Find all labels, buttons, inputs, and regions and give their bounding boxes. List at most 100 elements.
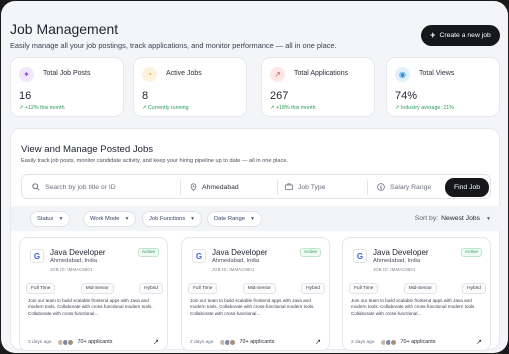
posted-time: 2 days ago <box>190 339 214 345</box>
tag-work-mode: Hybrid <box>301 283 325 294</box>
avatar <box>67 338 75 346</box>
chevron-down-icon: ▼ <box>486 215 491 222</box>
job-description: Join our team to build scalable frontend… <box>190 298 315 316</box>
stat-card-total-views: ◉ Total Views 74% ↗ Industry average: 21… <box>386 57 500 117</box>
job-title: Java Developer <box>212 248 268 257</box>
job-title: Java Developer <box>50 248 106 257</box>
status-badge: Active <box>137 248 159 257</box>
filter-label: Date Range <box>214 216 245 222</box>
stat-trend: ↗ Industry average: 21% <box>395 105 454 111</box>
location-field[interactable]: Ahmedabad <box>190 175 270 200</box>
stat-card-total-job-posts: ✦ Total Job Posts 16 ↗ +12% this month <box>10 57 124 117</box>
job-card[interactable]: G Java Developer Ahmedabad, India JOB ID… <box>181 237 330 351</box>
tag-work-mode: Hybrid <box>139 283 163 294</box>
open-arrow-icon[interactable]: ↗ <box>315 338 321 346</box>
sort-value: Newest Jobs <box>441 215 481 222</box>
sort-dropdown[interactable]: Sort by: Newest Jobs ▼ <box>415 215 491 222</box>
stat-value: 16 <box>19 90 32 102</box>
job-search-bar: Search by job title or ID Ahmedabad Job … <box>21 174 491 199</box>
job-tags: Full Time Mid-Senior Hybrid <box>349 283 486 294</box>
keyword-placeholder: Search by job title or ID <box>45 184 116 191</box>
filter-bar: Status ▼ Work Mode ▼ Job Functions ▼ Date R… <box>11 206 501 231</box>
chevron-down-icon: ▼ <box>249 216 255 222</box>
stat-value: 74% <box>395 90 418 102</box>
divider <box>180 180 181 195</box>
applicant-avatars <box>380 338 398 346</box>
tag-employment-type: Full Time <box>26 283 56 294</box>
job-card-footer: 2 days ago 70+ applicants ↗ <box>351 337 482 347</box>
job-location: Ahmedabad, India <box>212 258 260 264</box>
create-job-label: Create a new job <box>439 32 491 39</box>
company-logo: G <box>30 249 44 263</box>
job-type-placeholder: Job Type <box>298 184 326 191</box>
avatar <box>229 338 237 346</box>
sparkle-icon: ✦ <box>19 67 34 82</box>
divider <box>277 180 278 195</box>
job-card-footer: 2 days ago 70+ applicants ↗ <box>190 337 321 347</box>
svg-text:$: $ <box>379 184 382 190</box>
tag-employment-type: Full Time <box>188 283 218 294</box>
stat-value: 8 <box>142 90 149 102</box>
tag-seniority: Mid-Senior <box>80 283 114 294</box>
stat-label: Total Views <box>419 70 455 77</box>
job-card-footer: 2 days ago 70+ applicants ↗ <box>28 337 159 347</box>
chevron-down-icon: ▼ <box>124 216 130 222</box>
stat-trend: ↗ +18% this month <box>270 105 316 111</box>
tag-work-mode: Hybrid <box>462 283 486 294</box>
stat-card-active-jobs: ◔ Active Jobs 8 ↗ Currently running <box>133 57 247 117</box>
tag-seniority: Mid-Senior <box>403 283 437 294</box>
filter-date-range[interactable]: Date Range ▼ <box>207 211 262 227</box>
applicant-count: 70+ applicants <box>400 339 436 345</box>
clock-icon: ◔ <box>142 67 157 82</box>
job-id: JOB ID: IMMAC8801 <box>50 267 93 272</box>
stat-label: Total Applications <box>294 70 349 77</box>
page-subtitle: Easily manage all your job postings, tra… <box>10 41 337 50</box>
eye-icon: ◉ <box>395 67 410 82</box>
stat-value: 267 <box>270 90 289 102</box>
status-badge: Active <box>460 248 482 257</box>
job-tags: Full Time Mid-Senior Hybrid <box>188 283 325 294</box>
salary-range-field[interactable]: $ Salary Range <box>377 175 443 200</box>
job-card[interactable]: G Java Developer Ahmedabad, India JOB ID… <box>342 237 491 351</box>
job-id: JOB ID: IMMAC8801 <box>373 267 416 272</box>
open-arrow-icon[interactable]: ↗ <box>153 338 159 346</box>
jobs-panel: View and Manage Posted Jobs Easily track… <box>10 128 501 351</box>
briefcase-icon <box>285 183 293 192</box>
filter-label: Status <box>37 216 54 222</box>
filter-job-functions[interactable]: Job Functions ▼ <box>142 211 203 227</box>
applicant-avatars <box>219 338 237 346</box>
job-card[interactable]: G Java Developer Ahmedabad, India JOB ID… <box>19 237 168 351</box>
stat-label: Total Job Posts <box>43 70 91 77</box>
filter-label: Job Functions <box>149 216 186 222</box>
posted-time: 2 days ago <box>28 339 52 345</box>
filter-work-mode[interactable]: Work Mode ▼ <box>83 211 137 227</box>
stat-trend: ↗ +12% this month <box>19 105 65 111</box>
company-logo: G <box>353 249 367 263</box>
job-title: Java Developer <box>373 248 429 257</box>
stat-card-total-applications: ↗ Total Applications 267 ↗ +18% this mon… <box>261 57 375 117</box>
applicant-avatars <box>57 338 75 346</box>
job-type-field[interactable]: Job Type <box>285 175 365 200</box>
open-arrow-icon[interactable]: ↗ <box>476 338 482 346</box>
page-title: Job Management <box>10 21 119 37</box>
stat-label: Active Jobs <box>166 70 202 77</box>
panel-subtitle: Easily track job posts, monitor candidat… <box>21 158 288 164</box>
filter-label: Work Mode <box>90 216 120 222</box>
keyword-search-field[interactable]: Search by job title or ID <box>32 175 180 200</box>
sort-label: Sort by: <box>414 215 439 222</box>
job-tags: Full Time Mid-Senior Hybrid <box>26 283 163 294</box>
avatar <box>390 338 398 346</box>
plus-icon: + <box>430 30 436 40</box>
search-icon <box>32 182 40 193</box>
company-logo: G <box>192 249 206 263</box>
filter-status[interactable]: Status ▼ <box>30 211 71 227</box>
find-job-button[interactable]: Find Job <box>445 178 489 197</box>
job-id: JOB ID: IMMAC8801 <box>212 267 255 272</box>
stat-trend: ↗ Currently running <box>142 105 189 111</box>
job-description: Join our team to build scalable frontend… <box>351 298 476 316</box>
tag-employment-type: Full Time <box>349 283 379 294</box>
trend-chart-icon: ↗ <box>270 67 285 82</box>
applicant-count: 70+ applicants <box>77 339 113 345</box>
divider <box>367 180 368 195</box>
create-job-button[interactable]: + Create a new job <box>421 25 500 46</box>
